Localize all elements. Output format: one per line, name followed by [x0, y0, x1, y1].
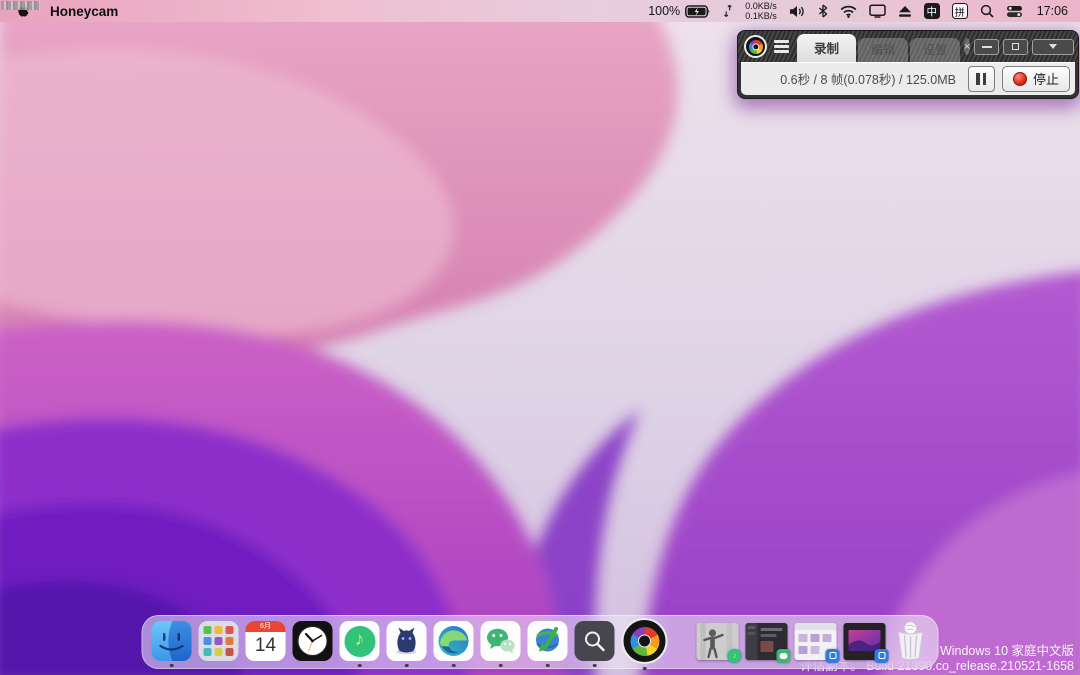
active-app-name[interactable]: Honeycam: [50, 4, 118, 19]
dock-thumbnail-photo-window[interactable]: ♪: [696, 622, 742, 663]
tab-record[interactable]: 录制: [797, 34, 857, 62]
dock-item-download-manager[interactable]: [527, 621, 568, 667]
battery-status[interactable]: 100%: [648, 4, 711, 18]
edge-browser-icon: [433, 621, 474, 661]
music-note-glyph: ♪: [354, 629, 365, 650]
collapse-button[interactable]: [1032, 38, 1075, 55]
calendar-icon: 6月 14: [245, 621, 286, 661]
blue-app-badge-icon: [825, 648, 840, 663]
record-dot-icon: [1012, 71, 1027, 86]
dock-thumbnail-files-window[interactable]: [794, 622, 840, 663]
cat-app-icon: [386, 621, 427, 661]
running-indicator: [592, 663, 597, 667]
wifi-icon[interactable]: [840, 5, 857, 18]
dock-separator: [675, 621, 690, 661]
honeycam-recorder-window: 录制 编辑 设置 × 0.6秒 / 8 帧(0.078秒) / 125.0MB …: [737, 30, 1079, 99]
dock-item-honeycam[interactable]: [621, 618, 668, 670]
download-speed: 0.1KB/s: [745, 11, 777, 21]
corner-watermark: [1, 1, 40, 10]
trash-icon: [897, 621, 924, 660]
wechat-badge-icon: [776, 648, 791, 663]
network-speed[interactable]: 0.0KB/s 0.1KB/s: [745, 1, 777, 21]
tab-close-icon[interactable]: ×: [964, 38, 971, 55]
qq-music-badge-icon: ♪: [727, 648, 742, 663]
tab-settings[interactable]: 设置: [910, 38, 961, 62]
network-arrows-icon[interactable]: [723, 4, 733, 18]
battery-charging-icon: [685, 4, 711, 18]
control-center-icon[interactable]: [1006, 5, 1023, 18]
dock-thumbnail-image-window[interactable]: [843, 622, 889, 663]
qq-music-icon: ♪: [339, 621, 380, 661]
running-indicator: [357, 663, 362, 667]
wechat-icon: [480, 621, 521, 661]
running-indicator: [642, 666, 647, 670]
finder-icon: [151, 621, 192, 661]
dock-item-search-tool[interactable]: [574, 621, 615, 667]
dock-item-clock[interactable]: [292, 621, 333, 661]
honeycam-titlebar[interactable]: 录制 编辑 设置 ×: [738, 31, 1078, 62]
dock: 6月 14 ♪ ♪: [141, 615, 939, 670]
maximize-button[interactable]: [1003, 38, 1029, 55]
battery-percent: 100%: [648, 4, 681, 18]
upload-speed: 0.0KB/s: [745, 1, 777, 11]
eject-icon[interactable]: [898, 5, 912, 18]
search-tool-icon: [574, 621, 615, 661]
menu-clock[interactable]: 17:06: [1037, 4, 1068, 18]
honeycam-logo-icon: [744, 35, 767, 58]
volume-icon[interactable]: [789, 5, 806, 18]
display-icon[interactable]: [868, 4, 886, 18]
honeycam-recording-bar: 0.6秒 / 8 帧(0.078秒) / 125.0MB 停止: [741, 62, 1075, 95]
calendar-day: 14: [254, 635, 277, 656]
dock-item-calendar[interactable]: 6月 14: [245, 621, 286, 661]
running-indicator: [498, 663, 503, 667]
stop-button-label: 停止: [1032, 72, 1059, 87]
dock-item-launchpad[interactable]: [198, 621, 239, 661]
dock-item-cat-app[interactable]: [386, 621, 427, 667]
launchpad-icon: [198, 621, 239, 661]
dock-item-finder[interactable]: [151, 621, 192, 667]
dock-item-edge[interactable]: [433, 621, 474, 667]
honeycam-tabs: 录制 编辑 设置: [797, 34, 961, 62]
tab-edit[interactable]: 编辑: [858, 38, 909, 62]
desktop-wallpaper: [0, 0, 1080, 675]
minimize-button[interactable]: [974, 38, 1000, 55]
input-zhong-icon[interactable]: 中: [923, 3, 940, 19]
running-indicator: [451, 663, 456, 667]
running-indicator: [169, 663, 174, 667]
running-indicator: [545, 663, 550, 667]
bluetooth-icon[interactable]: [818, 4, 828, 18]
clock-icon: [292, 621, 333, 661]
dock-item-qq-music[interactable]: ♪: [339, 621, 380, 667]
download-manager-icon: [527, 621, 568, 661]
running-indicator: [404, 663, 409, 667]
calendar-month: 6月: [245, 621, 286, 632]
dock-thumbnail-chat-window[interactable]: [745, 622, 791, 663]
pause-button[interactable]: [967, 65, 995, 92]
recording-stats: 0.6秒 / 8 帧(0.078秒) / 125.0MB: [780, 73, 956, 87]
blue-app-badge-icon: [874, 648, 889, 663]
dock-item-wechat[interactable]: [480, 621, 521, 667]
search-icon[interactable]: [980, 4, 994, 18]
stop-button[interactable]: 停止: [1001, 65, 1070, 92]
input-pinyin-icon[interactable]: 拼: [951, 3, 968, 19]
dock-item-trash[interactable]: [893, 620, 929, 662]
menu-bar: Honeycam 100% 0.0KB/s 0.1KB/s 中 拼 17:06: [0, 0, 1080, 22]
honeycam-dock-icon: [621, 618, 668, 664]
menu-hamburger-icon[interactable]: [774, 40, 789, 53]
